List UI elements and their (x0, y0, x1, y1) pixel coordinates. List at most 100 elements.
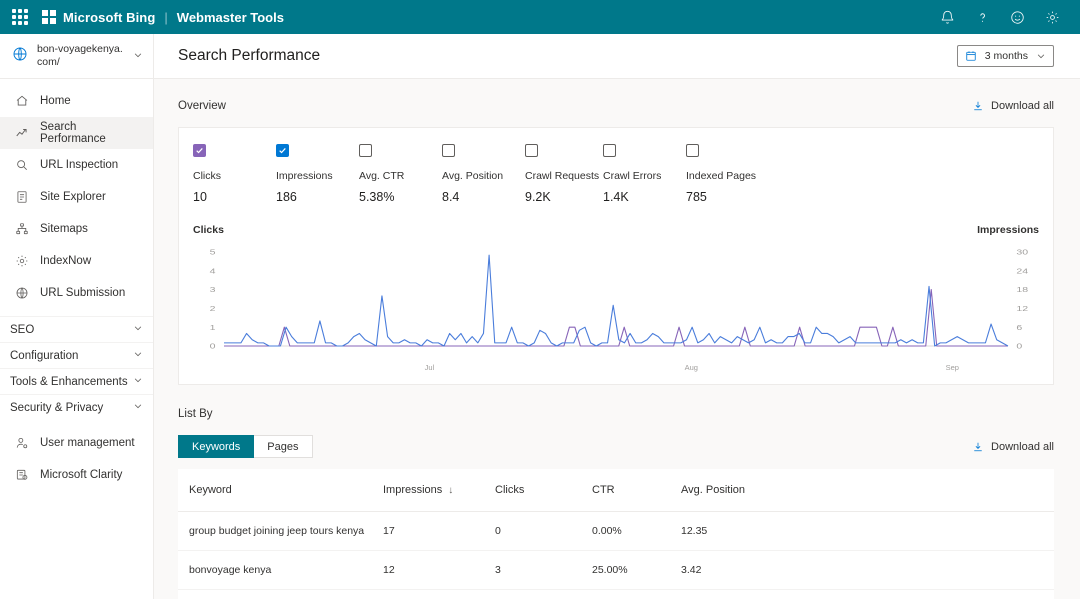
site-name-label: bon-voyagekenya.com/ (37, 43, 123, 68)
chart-right-tick: 30 (1016, 248, 1028, 256)
impressions-cell: 12 (383, 589, 495, 599)
notifications-icon[interactable] (939, 9, 955, 25)
ctr-cell: 25.00% (592, 550, 681, 590)
list-by-pivot-row: Keywords Pages Download all (178, 435, 1054, 458)
sidebar-group-security-privacy[interactable]: Security & Privacy (0, 394, 153, 420)
sidebar-group-label: Tools & Enhancements (10, 375, 128, 388)
metric-checkbox-crawl-requests[interactable] (525, 144, 538, 157)
sidebar-item-url-submission[interactable]: URL Submission (0, 277, 153, 309)
chart-left-tick: 3 (210, 286, 216, 294)
ctr-cell: 0.00% (592, 511, 681, 551)
sidebar-item-home[interactable]: Home (0, 85, 153, 117)
sidebar-item-label: URL Inspection (40, 159, 119, 171)
trending-up-icon (14, 126, 29, 141)
avg-position-cell: 12.35 (681, 511, 1054, 551)
table-header-row: Keyword Impressions ↓ Clicks CTR Avg. Pos… (178, 469, 1054, 512)
sidebar-item-label: Search Performance (40, 121, 106, 145)
metric-checkbox-clicks[interactable] (193, 144, 206, 157)
column-header-keyword[interactable]: Keyword (178, 469, 383, 512)
column-header-avg-position[interactable]: Avg. Position (681, 469, 1054, 512)
site-selector[interactable]: bon-voyagekenya.com/ (0, 34, 153, 79)
sidebar-item-label: Site Explorer (40, 191, 106, 203)
metric-checkbox-avg-position[interactable] (442, 144, 455, 157)
chart-axis-legend: Clicks Impressions (193, 220, 1039, 242)
table-row[interactable]: bonvoyage kenya 12 3 25.00% 3.42 (178, 550, 1054, 590)
metric-crawl-errors: Crawl Errors 1.4K (603, 144, 686, 204)
pivot-pages[interactable]: Pages (254, 435, 313, 458)
metric-label: Impressions (276, 170, 333, 182)
sidebar-group-seo[interactable]: SEO (0, 316, 153, 342)
overview-download-all-label: Download all (991, 100, 1054, 112)
sidebar-item-user-management[interactable]: User management (0, 427, 153, 459)
metric-checkbox-avg-ctr[interactable] (359, 144, 372, 157)
clicks-cell: 0 (495, 511, 592, 551)
chevron-down-icon (133, 323, 143, 336)
sidebar-group-label: SEO (10, 323, 35, 336)
keyword-cell: bonvoyage kenya (178, 550, 383, 590)
table-row[interactable]: bon voyage kenya safaris1218.33%3.67 (178, 589, 1054, 599)
sidebar-group-configuration[interactable]: Configuration (0, 342, 153, 368)
download-icon (972, 100, 984, 112)
user-settings-icon (14, 436, 29, 451)
column-header-clicks[interactable]: Clicks (495, 469, 592, 512)
chart-plot-area: 0 1 2 3 4 5 0 6 12 18 24 30 (193, 242, 1039, 362)
column-header-impressions[interactable]: Impressions ↓ (383, 469, 495, 512)
app-shell: bon-voyagekenya.com/ Home Search Perform… (0, 34, 1080, 599)
app-launcher-icon[interactable] (12, 9, 28, 25)
impressions-cell: 17 (383, 511, 495, 551)
metric-value: 186 (276, 190, 297, 204)
sidebar-item-microsoft-clarity[interactable]: Microsoft Clarity (0, 459, 153, 491)
column-header-ctr[interactable]: CTR (592, 469, 681, 512)
metric-checkbox-indexed-pages[interactable] (686, 144, 699, 157)
metric-value: 5.38% (359, 190, 395, 204)
metric-label: Indexed Pages (686, 170, 757, 182)
feedback-icon[interactable] (1009, 9, 1025, 25)
top-app-bar: Microsoft Bing | Webmaster Tools (0, 0, 1080, 34)
pivot-keywords[interactable]: Keywords (178, 435, 255, 458)
sidebar-item-url-inspection[interactable]: URL Inspection (0, 149, 153, 181)
settings-icon[interactable] (1044, 9, 1060, 25)
chart-x-tick: Jul (425, 363, 435, 372)
chart-right-axis-label: Impressions (977, 224, 1039, 236)
chart-left-tick: 5 (210, 248, 216, 256)
metric-impressions: Impressions 186 (276, 144, 359, 204)
list-by-section: List By Keywords Pages Download all Keyw… (178, 403, 1054, 599)
sort-descending-icon: ↓ (448, 485, 454, 496)
metric-indexed-pages: Indexed Pages 785 (686, 144, 769, 204)
document-list-icon (14, 190, 29, 205)
sidebar-item-indexnow[interactable]: IndexNow (0, 245, 153, 277)
metric-value: 785 (686, 190, 707, 204)
sidebar-item-site-explorer[interactable]: Site Explorer (0, 181, 153, 213)
keywords-table: Keyword Impressions ↓ Clicks CTR Avg. Pos… (178, 469, 1054, 599)
page-header: Search Performance 3 months (154, 34, 1080, 79)
metric-checkbox-impressions[interactable] (276, 144, 289, 157)
sidebar-group-label: Security & Privacy (10, 401, 104, 414)
list-by-download-all-button[interactable]: Download all (972, 441, 1054, 453)
brand-label: Microsoft Bing (63, 9, 156, 25)
sidebar-item-sitemaps[interactable]: Sitemaps (0, 213, 153, 245)
sidebar-item-label: Sitemaps (40, 223, 88, 235)
content-area: Overview Download all Clicks 10 Impression… (154, 79, 1080, 599)
clarity-icon (14, 468, 29, 483)
table-row[interactable]: group budget joining jeep tours kenya 17 0… (178, 511, 1054, 551)
metrics-row: Clicks 10 Impressions 186 Avg. CTR 5.38% Avg. … (179, 128, 1053, 216)
home-icon (14, 94, 29, 109)
date-range-value: 3 months (984, 50, 1028, 62)
list-by-pivots: Keywords Pages (178, 435, 313, 458)
chart-x-axis-labels: Jul Aug Sep (425, 363, 959, 372)
help-icon[interactable] (974, 9, 990, 25)
metric-label: Avg. CTR (359, 170, 405, 182)
sidebar-item-search-performance[interactable]: Search Performance (0, 117, 153, 149)
sidebar-group-tools-enhancements[interactable]: Tools & Enhancements (0, 368, 153, 394)
sitemap-tree-icon (14, 222, 29, 237)
clicks-cell: 3 (495, 550, 592, 590)
chart-right-tick: 12 (1016, 304, 1028, 312)
chart-left-tick: 2 (210, 304, 216, 312)
metric-checkbox-crawl-errors[interactable] (603, 144, 616, 157)
overview-download-all-button[interactable]: Download all (972, 100, 1054, 112)
chart-series-clicks (224, 290, 1008, 346)
topbar-actions (939, 9, 1060, 25)
download-icon (972, 441, 984, 453)
date-range-picker[interactable]: 3 months (956, 45, 1054, 67)
chart-right-tick: 6 (1016, 323, 1022, 331)
